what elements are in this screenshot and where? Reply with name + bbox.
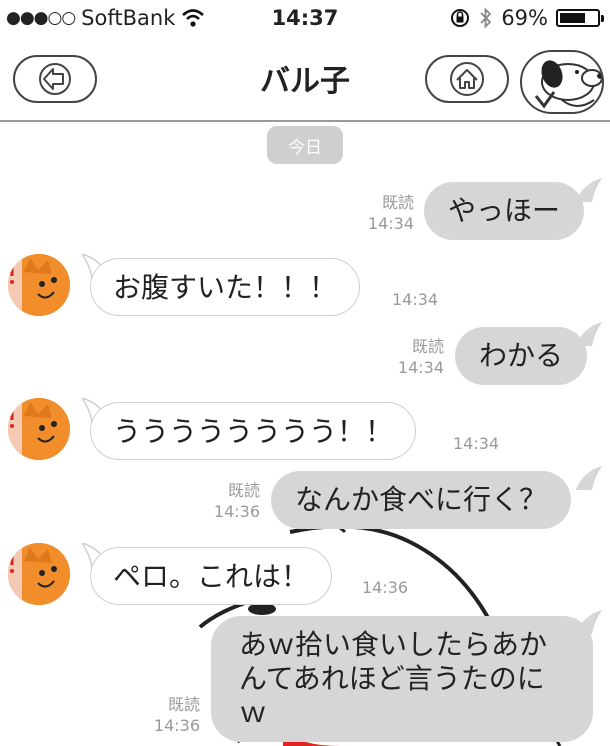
incoming-message-bubble[interactable]: お腹すいた！！！ — [90, 258, 361, 316]
status-bar: ●●●○○ SoftBank 14:37 69% — [0, 0, 610, 40]
incoming-message-bubble[interactable]: うううううううう！！ — [90, 402, 417, 460]
cat-avatar-icon — [8, 543, 70, 605]
message-time: 14:36 — [213, 502, 260, 521]
message-meta: 既読 14:36 — [206, 480, 260, 522]
message-meta: 14:34 — [392, 289, 438, 310]
message-time: 14:34 — [397, 358, 444, 377]
battery-icon — [556, 9, 604, 27]
message-meta: 既読 14:36 — [146, 694, 200, 736]
bubble-tail — [576, 610, 602, 634]
message-meta: 14:36 — [362, 577, 408, 598]
outgoing-message-bubble[interactable]: やっほー — [424, 182, 585, 240]
sender-avatar[interactable] — [8, 543, 70, 605]
home-icon — [450, 62, 484, 96]
read-receipt: 既読 — [167, 695, 200, 714]
chat-title: バル子 — [260, 64, 350, 99]
outgoing-message-bubble[interactable]: なんか食べに行く？ — [271, 471, 572, 529]
outgoing-message-bubble[interactable]: あｗ拾い食いしたらあかんてあれほど言うたのにｗ — [211, 616, 593, 742]
bluetooth-icon — [480, 7, 492, 29]
outgoing-message-bubble[interactable]: わかる — [455, 327, 588, 385]
cat-avatar-icon — [8, 398, 70, 460]
read-receipt: 既読 — [381, 193, 414, 212]
read-receipt: 既読 — [227, 481, 260, 500]
status-right: 69% — [449, 6, 604, 30]
bubble-tail — [576, 322, 602, 346]
bubble-tail — [576, 178, 602, 202]
chat-area[interactable]: 今日 既読 14:34 やっほー お腹すいた！！！ 14:34 既読 14:34… — [0, 122, 610, 746]
incoming-message-bubble[interactable]: ペロ。これは！ — [90, 547, 333, 605]
bubble-tail — [576, 466, 602, 490]
message-meta: 14:34 — [453, 433, 499, 454]
sender-avatar[interactable] — [8, 254, 70, 316]
message-meta: 既読 14:34 — [390, 336, 444, 378]
cat-avatar-icon — [8, 254, 70, 316]
date-separator: 今日 — [267, 126, 343, 164]
battery-fill — [560, 13, 585, 23]
message-time: 14:36 — [362, 578, 409, 597]
message-meta: 既読 14:34 — [360, 192, 414, 234]
nav-bar: バル子 — [0, 40, 610, 122]
message-time: 14:34 — [392, 290, 439, 309]
message-time: 14:36 — [153, 716, 200, 735]
read-receipt: 既読 — [411, 337, 444, 356]
rotation-lock-icon — [451, 9, 470, 27]
sender-avatar[interactable] — [8, 398, 70, 460]
message-time: 14:34 — [453, 434, 500, 453]
dog-avatar-icon — [534, 60, 602, 109]
message-time: 14:34 — [367, 214, 414, 233]
home-button[interactable] — [425, 55, 509, 103]
battery-percent: 69% — [501, 6, 548, 30]
friend-avatar-button[interactable] — [520, 50, 604, 114]
